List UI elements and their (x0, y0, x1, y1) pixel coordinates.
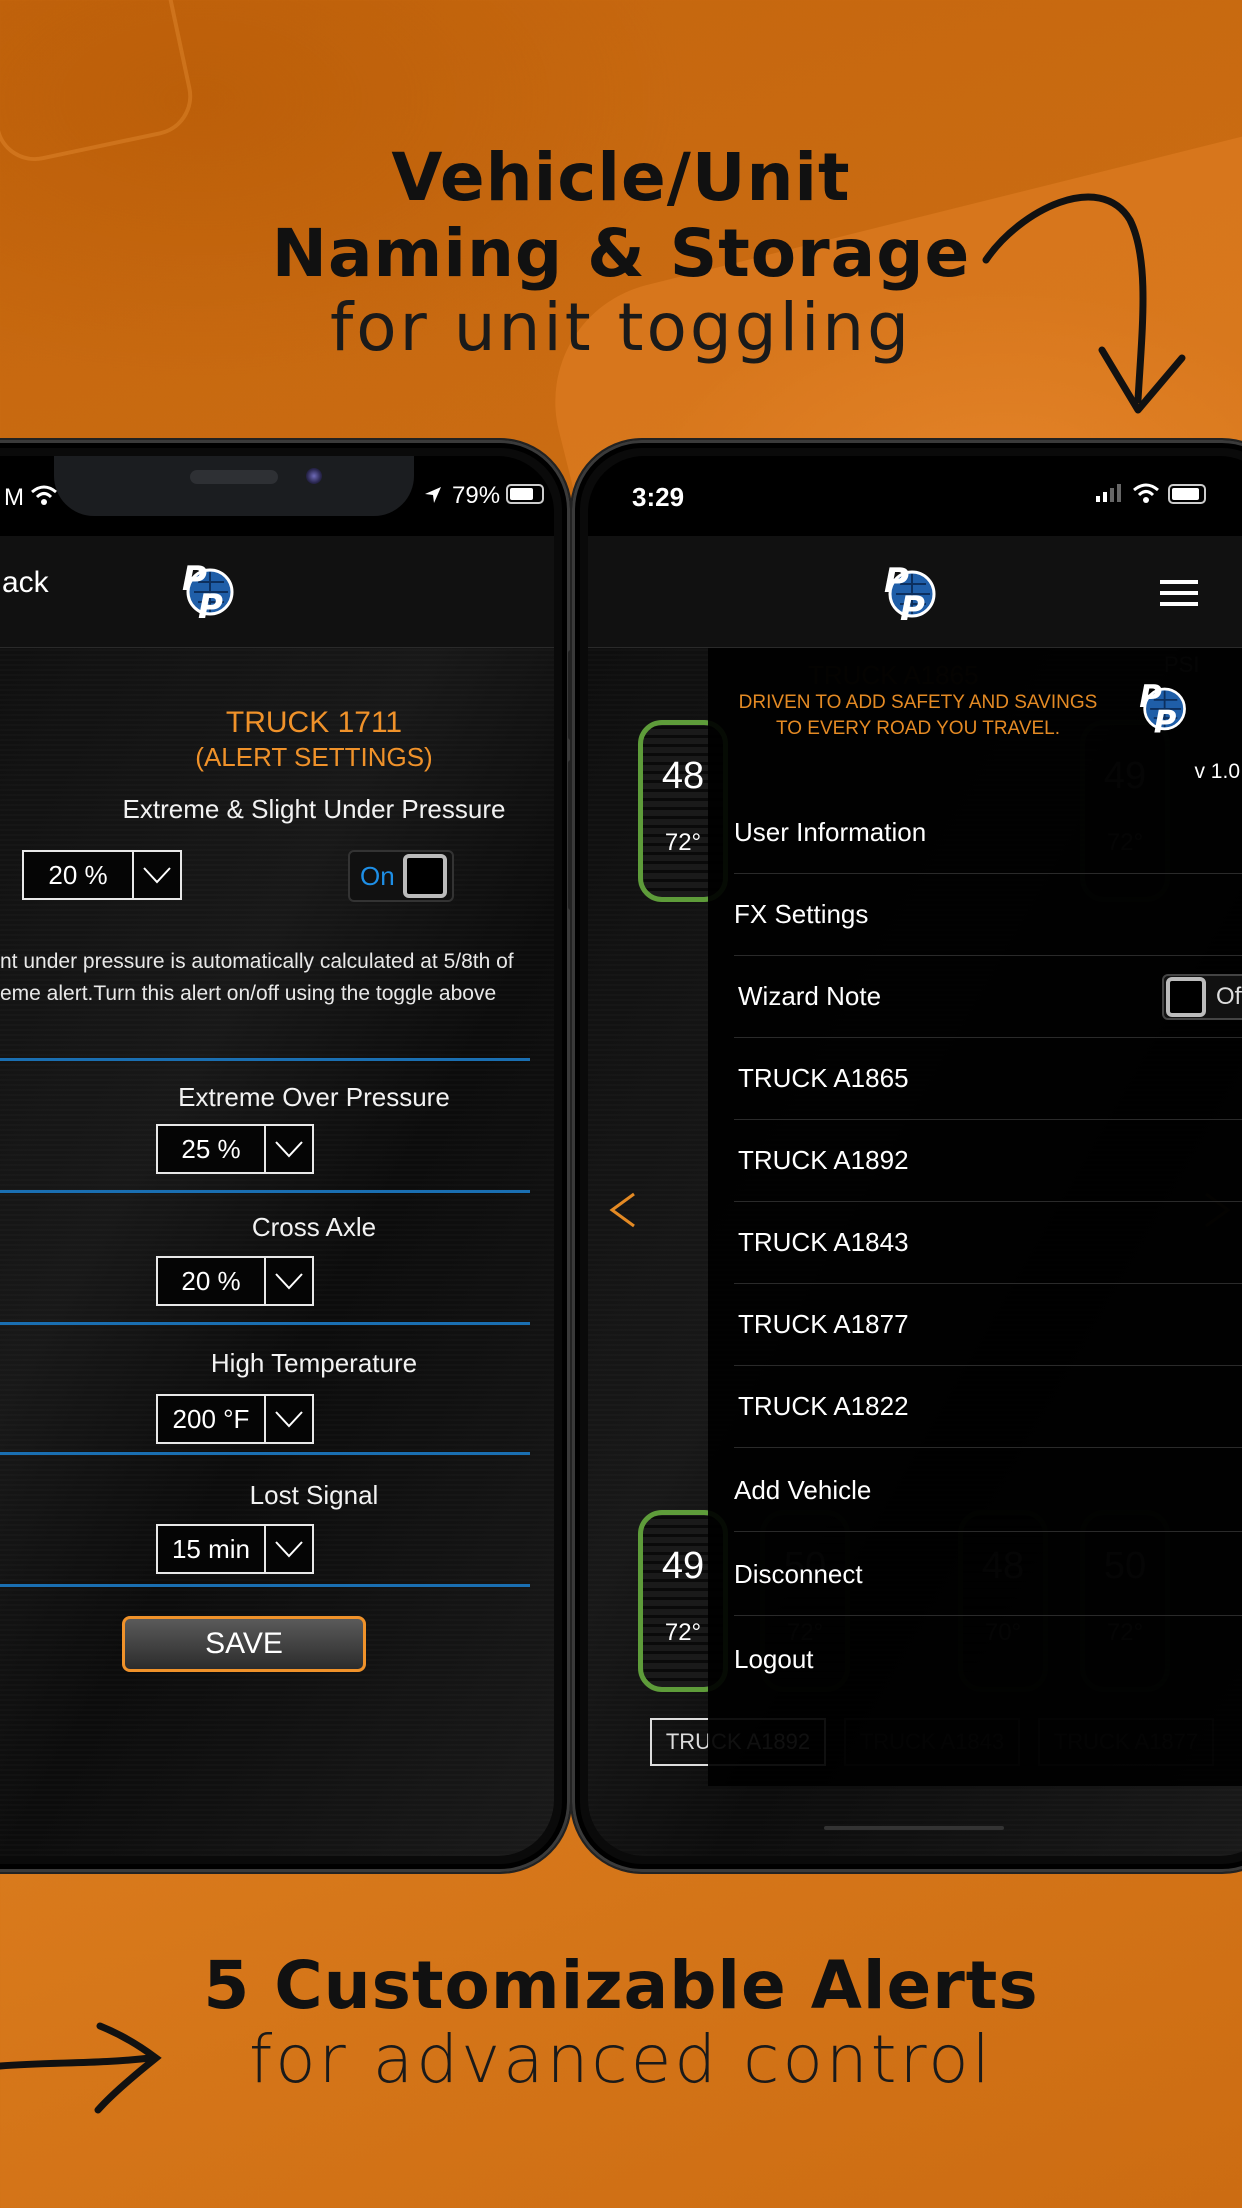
divider (0, 1452, 530, 1455)
over-pressure-dropdown[interactable]: 25 % (156, 1124, 314, 1174)
menu-item-user-information[interactable]: User Information (734, 792, 1242, 874)
vehicle-menu-screen: 3:29 P P TRUCK A1865 PSI 48 (588, 456, 1242, 1856)
menu-item-truck-a1892[interactable]: TRUCK A1892 (734, 1120, 1242, 1202)
toggle-state-label: On (360, 860, 395, 891)
menu-item-truck-a1877[interactable]: TRUCK A1877 (734, 1284, 1242, 1366)
chevron-down-icon (275, 1411, 303, 1428)
status-time: 3:29 (632, 482, 685, 512)
menu-item-label: User Information (734, 817, 927, 847)
under-pressure-note-line-1: nt under pressure is automatically calcu… (0, 950, 514, 973)
battery-icon (506, 484, 544, 504)
curved-arrow-icon (982, 193, 1186, 414)
under-pressure-note-line-2: eme alert.Turn this alert on/off using t… (0, 982, 497, 1005)
menu-item-fx-settings[interactable]: FX Settings (734, 874, 1242, 956)
toggle-state-label: Off (1216, 983, 1242, 1010)
chevron-down-icon (275, 1273, 303, 1290)
alert-settings-subtitle: (ALERT SETTINGS) (195, 742, 433, 772)
right-arrow-icon (0, 2022, 162, 2114)
chevron-down-icon (143, 867, 171, 884)
nav-bar: ack P P (0, 536, 554, 648)
menu-item-label: TRUCK A1892 (738, 1145, 909, 1175)
menu-item-logout[interactable]: Logout (734, 1618, 1242, 1700)
location-arrow-icon (425, 487, 441, 503)
battery-icon (1168, 484, 1206, 504)
app-version: v 1.0 (1194, 760, 1240, 783)
save-button[interactable]: SAVE (122, 1616, 366, 1672)
dropdown-value: 25 % (158, 1126, 266, 1172)
menu-item-truck-a1865[interactable]: TRUCK A1865 (734, 1038, 1242, 1120)
alert-label-over-pressure: Extreme Over Pressure (178, 1082, 450, 1112)
alert-label-cross-axle: Cross Axle (251, 1212, 377, 1242)
wifi-icon (31, 485, 57, 505)
menu-item-disconnect[interactable]: Disconnect (734, 1534, 1242, 1616)
svg-text:P: P (900, 589, 925, 628)
toggle-knob (1166, 977, 1206, 1017)
svg-text:P: P (198, 587, 223, 626)
tagline: DRIVEN TO ADD SAFETY AND SAVINGS TO EVER… (708, 690, 1128, 742)
previous-truck-arrow-icon[interactable] (608, 1192, 638, 1228)
dropdown-value: 20 % (24, 852, 134, 898)
menu-item-label: FX Settings (734, 899, 869, 929)
under-pressure-dropdown[interactable]: 20 % (22, 850, 182, 900)
menu-item-truck-a1843[interactable]: TRUCK A1843 (734, 1202, 1242, 1284)
chevron-down-icon (275, 1141, 303, 1158)
side-menu-drawer: DRIVEN TO ADD SAFETY AND SAVINGS TO EVER… (708, 648, 1242, 1786)
status-bar: M 79% (0, 456, 554, 536)
back-button[interactable]: ack (2, 566, 49, 600)
menu-item-label: Add Vehicle (734, 1475, 872, 1505)
status-bar: 3:29 (588, 456, 1242, 536)
divider (0, 1584, 530, 1587)
tagline-line-1: DRIVEN TO ADD SAFETY AND SAVINGS (738, 692, 1098, 713)
alert-label-under-pressure: Extreme & Slight Under Pressure (122, 794, 506, 824)
phone-right: 3:29 P P TRUCK A1865 PSI 48 (572, 440, 1242, 1872)
svg-text:P: P (1154, 704, 1177, 740)
menu-item-label: Disconnect (734, 1559, 863, 1589)
bottom-headline: 5 Customizable Alerts for advanced contr… (0, 1948, 1242, 2096)
menu-item-truck-a1822[interactable]: TRUCK A1822 (734, 1366, 1242, 1448)
phone-left: M 79% ack P P TRUCK 1711 (ALERT SETTINGS… (0, 440, 574, 1872)
wizard-note-toggle[interactable]: Off (1162, 974, 1242, 1020)
menu-item-wizard-note: Wizard Note Off (734, 956, 1242, 1038)
alert-label-lost-signal: Lost Signal (249, 1480, 379, 1510)
dropdown-value: 15 min (158, 1526, 266, 1572)
battery-percent: 79% (452, 482, 501, 509)
pp-logo-icon: P P (1139, 679, 1186, 740)
under-pressure-toggle[interactable]: On (348, 850, 454, 902)
toggle-knob (402, 854, 447, 898)
menu-item-label: TRUCK A1843 (738, 1227, 909, 1257)
headline-line-2: for advanced control (249, 2021, 993, 2098)
status-time: M (4, 484, 24, 511)
wifi-icon (1133, 483, 1159, 503)
pp-logo-icon: P P (182, 559, 234, 626)
menu-item-label: TRUCK A1822 (738, 1391, 909, 1421)
pp-logo-icon: P P (884, 561, 936, 628)
dropdown-value: 20 % (158, 1258, 266, 1304)
dropdown-value: 200 °F (158, 1396, 266, 1442)
tagline-line-2: TO EVERY ROAD YOU TRAVEL. (775, 718, 1061, 739)
lost-signal-dropdown[interactable]: 15 min (156, 1524, 314, 1574)
menu-item-label: Logout (734, 1643, 814, 1674)
headline-line-1: 5 Customizable Alerts (203, 1947, 1039, 2024)
menu-item-add-vehicle[interactable]: Add Vehicle (734, 1450, 1242, 1532)
screen-background (0, 648, 554, 1856)
cellular-signal-icon (1096, 484, 1121, 502)
truck-title: TRUCK 1711 (225, 706, 403, 739)
nav-bar: P P (588, 536, 1242, 648)
home-indicator (824, 1826, 1004, 1830)
menu-item-label: TRUCK A1877 (738, 1309, 909, 1339)
divider (0, 1058, 530, 1061)
high-temperature-dropdown[interactable]: 200 °F (156, 1394, 314, 1444)
menu-item-label: Wizard Note (738, 981, 882, 1011)
chevron-down-icon (275, 1541, 303, 1558)
menu-item-label: TRUCK A1865 (738, 1063, 909, 1093)
cross-axle-dropdown[interactable]: 20 % (156, 1256, 314, 1306)
divider (0, 1190, 530, 1193)
alert-label-high-temperature: High Temperature (210, 1348, 418, 1378)
divider (0, 1322, 530, 1325)
alert-settings-screen: M 79% ack P P TRUCK 1711 (ALERT SETTINGS… (0, 456, 554, 1856)
hamburger-menu-icon[interactable] (1160, 580, 1198, 606)
